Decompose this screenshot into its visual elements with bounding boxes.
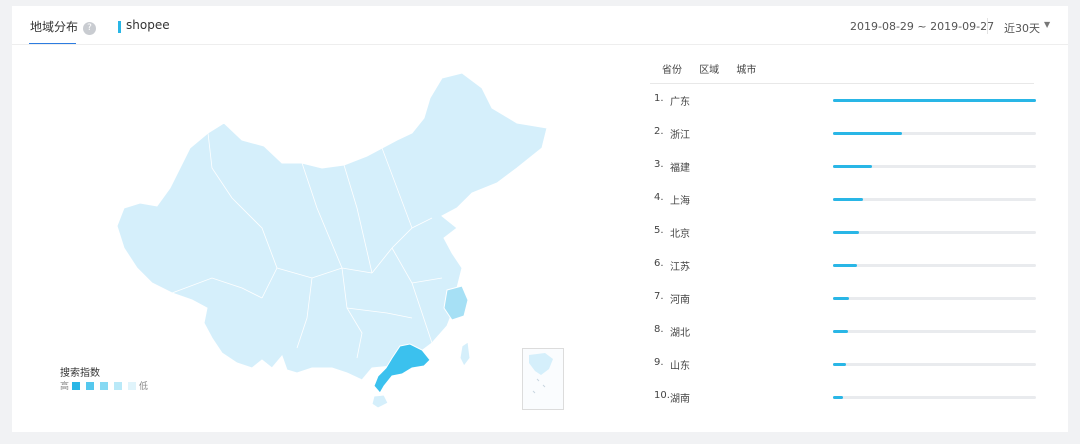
ranking-province-name: 山东 bbox=[670, 361, 690, 372]
ranking-province-name: 北京 bbox=[670, 229, 690, 240]
date-range[interactable]: 2019-08-29 ~ 2019-09-27 bbox=[850, 20, 994, 33]
legend-title: 搜索指数 bbox=[60, 368, 100, 379]
ranking-bar-fill bbox=[833, 165, 872, 168]
legend-swatch-2 bbox=[86, 381, 95, 390]
legend-swatch-5 bbox=[128, 381, 137, 390]
subtab-city[interactable]: 城市 bbox=[736, 65, 756, 76]
subtab-region[interactable]: 区域 bbox=[699, 65, 719, 76]
ranking-subtabs: 省份 区域 城市 bbox=[662, 61, 770, 76]
ranking-bar-fill bbox=[833, 231, 860, 234]
ranking-province-name: 上海 bbox=[670, 196, 690, 207]
header-divider-line bbox=[12, 44, 1068, 45]
ranking-row: 6. 江苏 bbox=[654, 258, 1054, 273]
ranking-number: 5. bbox=[654, 225, 664, 236]
ranking-bar-track bbox=[833, 99, 1036, 102]
legend-low-label: 低 bbox=[139, 382, 149, 392]
ranking-province-name: 湖北 bbox=[670, 328, 690, 339]
ranking-row: 9. 山东 bbox=[654, 357, 1054, 372]
ranking-number: 6. bbox=[654, 258, 664, 269]
ranking-bar-fill bbox=[833, 132, 903, 135]
ranking-number: 3. bbox=[654, 159, 664, 170]
ranking-bar-track bbox=[833, 297, 1036, 300]
keyword-color-marker bbox=[118, 21, 121, 33]
ranking-province-name: 浙江 bbox=[670, 130, 690, 141]
ranking-number: 8. bbox=[654, 324, 664, 335]
ranking-province-name: 河南 bbox=[670, 295, 690, 306]
ranking-number: 7. bbox=[654, 291, 664, 302]
ranking-row: 5. 北京 bbox=[654, 225, 1054, 240]
ranking-row: 2. 浙江 bbox=[654, 126, 1054, 141]
ranking-bar-fill bbox=[833, 363, 847, 366]
legend-swatch-1 bbox=[72, 381, 81, 390]
ranking-bar-fill bbox=[833, 297, 850, 300]
china-map bbox=[116, 72, 548, 409]
keyword-label: shopee bbox=[126, 18, 170, 32]
map-legend: 高 低 bbox=[60, 379, 148, 392]
tab-region-distribution[interactable]: 地域分布? bbox=[30, 18, 97, 35]
legend-high-label: 高 bbox=[60, 382, 70, 392]
ranking-bar-track bbox=[833, 198, 1036, 201]
chevron-down-icon[interactable]: ▼ bbox=[1044, 20, 1050, 29]
ranking-row: 3. 福建 bbox=[654, 159, 1054, 174]
ranking-number: 1. bbox=[654, 93, 664, 104]
ranking-bar-track bbox=[833, 396, 1036, 399]
header-divider bbox=[987, 18, 988, 34]
south-china-sea-inset bbox=[522, 348, 564, 410]
help-icon[interactable]: ? bbox=[83, 22, 97, 35]
ranking-bar-fill bbox=[833, 330, 849, 333]
legend-swatch-4 bbox=[114, 381, 123, 390]
region-distribution-card: 地域分布? shopee 2019-08-29 ~ 2019-09-27 近30… bbox=[12, 6, 1068, 432]
subtab-province[interactable]: 省份 bbox=[662, 65, 682, 76]
ranking-bar-track bbox=[833, 132, 1036, 135]
ranking-bar-track bbox=[833, 165, 1036, 168]
tab-region-distribution-label: 地域分布 bbox=[30, 20, 79, 34]
map-mainland[interactable] bbox=[116, 72, 548, 381]
ranking-province-name: 福建 bbox=[670, 163, 690, 174]
ranking-row: 10. 湖南 bbox=[654, 390, 1054, 405]
ranking-row: 7. 河南 bbox=[654, 291, 1054, 306]
ranking-number: 10. bbox=[654, 390, 670, 401]
ranking-bar-fill bbox=[833, 99, 1036, 102]
ranking-bar-fill bbox=[833, 264, 858, 267]
ranking-bar-track bbox=[833, 231, 1036, 234]
legend-swatch-3 bbox=[100, 381, 109, 390]
period-select[interactable]: 近30天 bbox=[1004, 20, 1040, 36]
ranking-bar-fill bbox=[833, 396, 844, 399]
ranking-province-name: 湖南 bbox=[670, 394, 690, 405]
ranking-number: 9. bbox=[654, 357, 664, 368]
province-taiwan[interactable] bbox=[459, 341, 471, 367]
ranking-bar-track bbox=[833, 330, 1036, 333]
inset-map bbox=[529, 353, 553, 394]
ranking-province-name: 江苏 bbox=[670, 262, 690, 273]
ranking-row: 1. 广东 bbox=[654, 93, 1054, 108]
ranking-header-divider bbox=[650, 83, 1034, 84]
ranking-number: 4. bbox=[654, 192, 664, 203]
ranking-row: 4. 上海 bbox=[654, 192, 1054, 207]
ranking-number: 2. bbox=[654, 126, 664, 137]
ranking-bar-fill bbox=[833, 198, 864, 201]
ranking-bar-track bbox=[833, 363, 1036, 366]
ranking-province-name: 广东 bbox=[670, 97, 690, 108]
ranking-bar-track bbox=[833, 264, 1036, 267]
province-hainan[interactable] bbox=[371, 394, 389, 409]
ranking-row: 8. 湖北 bbox=[654, 324, 1054, 339]
